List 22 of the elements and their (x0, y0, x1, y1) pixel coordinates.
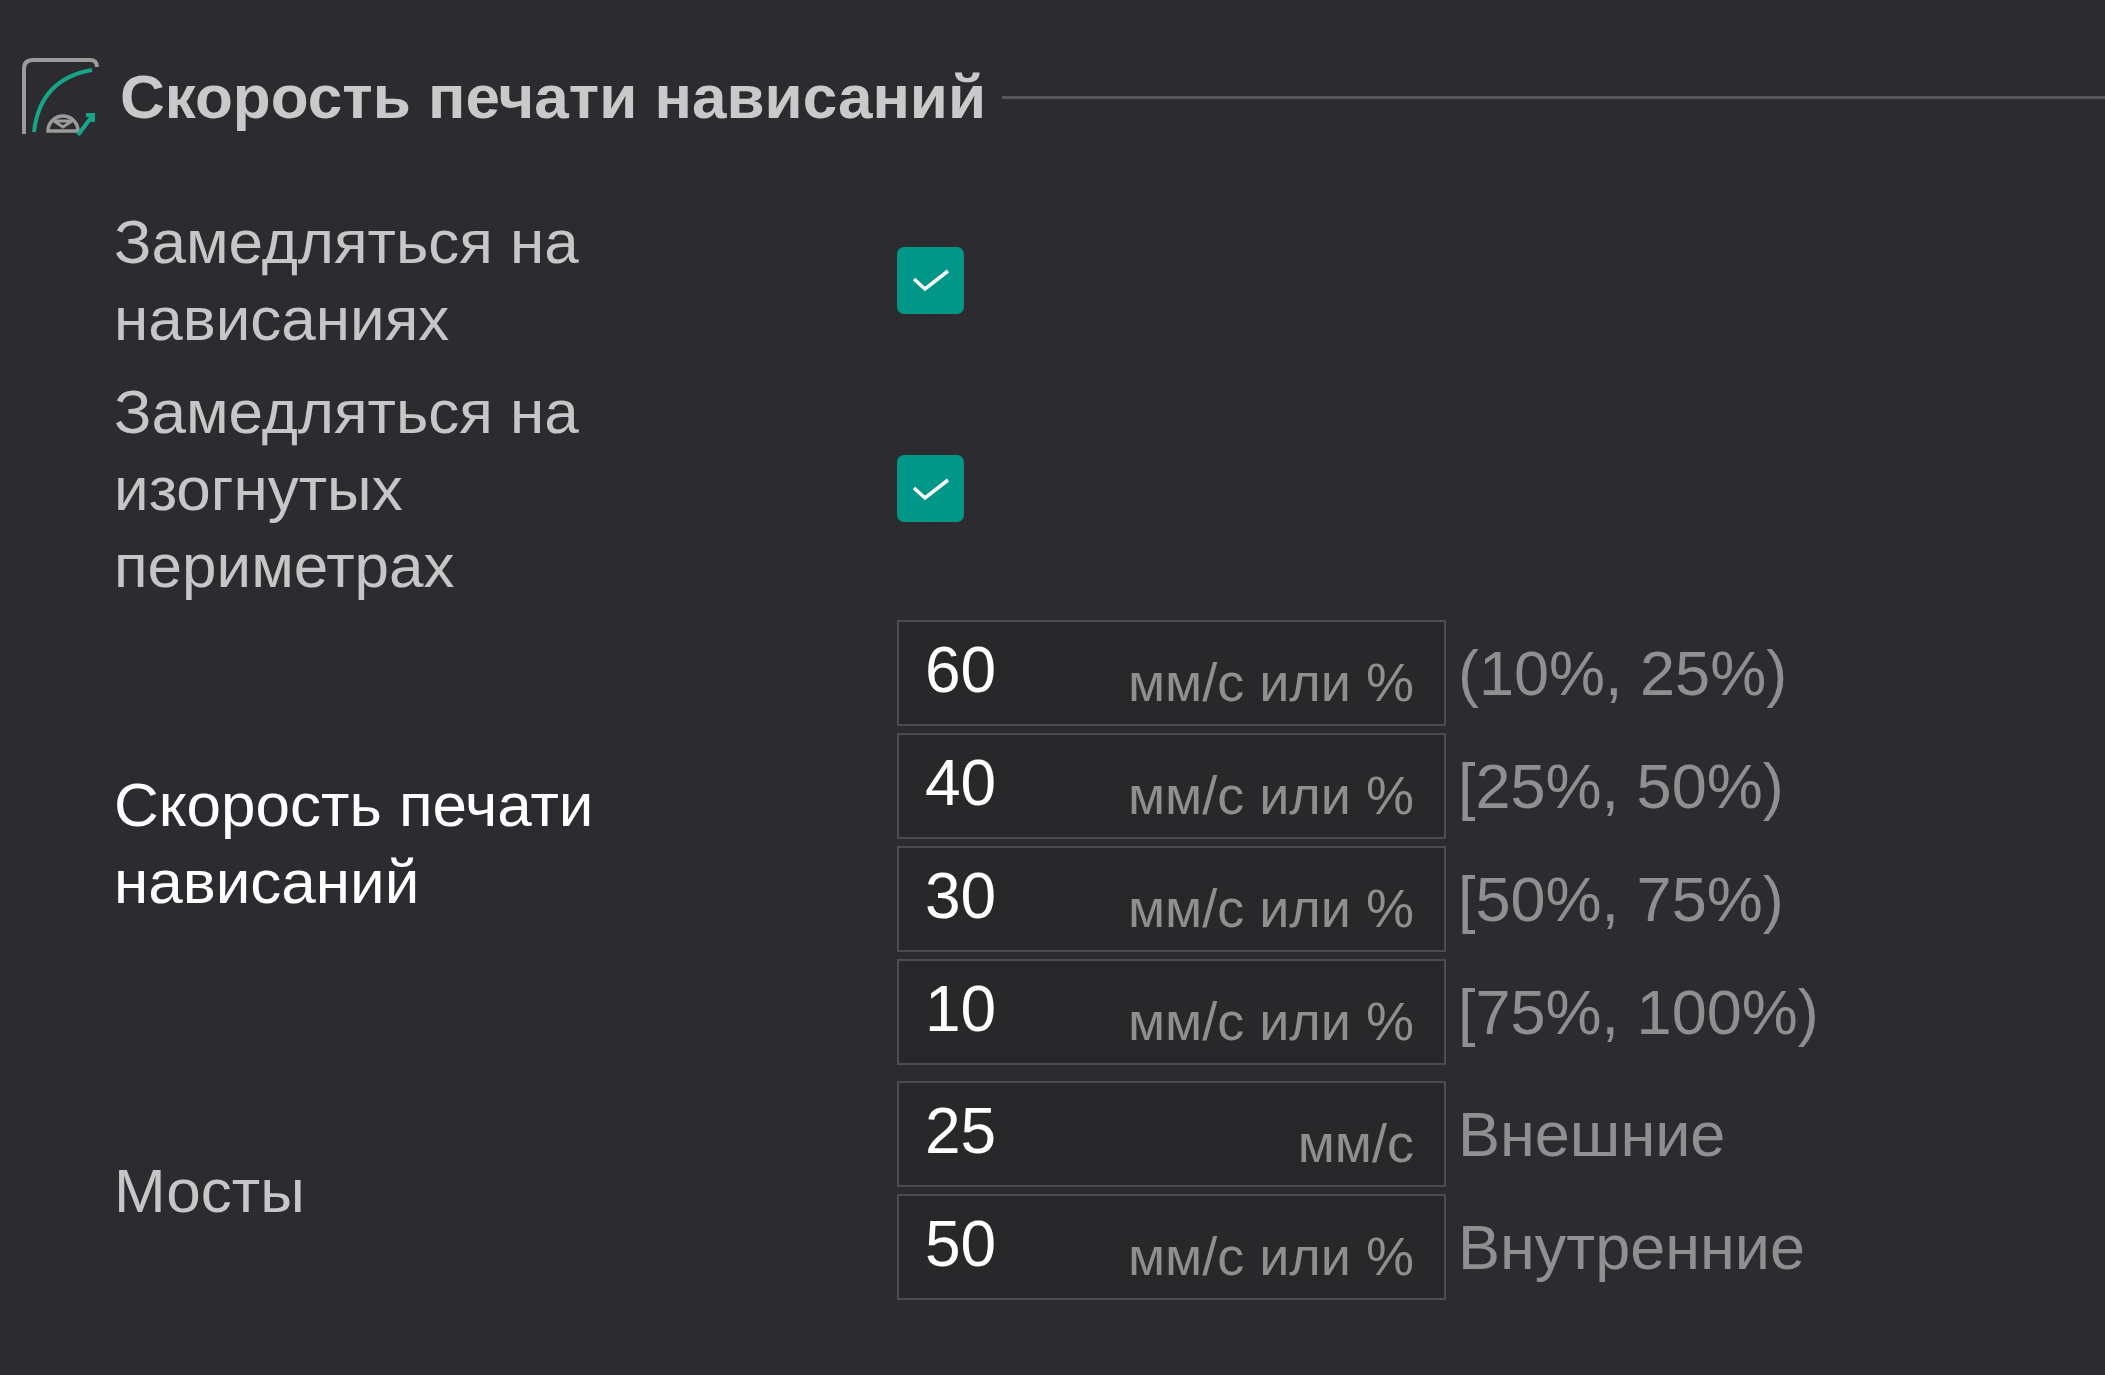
field-note: Внешние (1458, 1098, 1726, 1170)
section-title: Скорость печати нависаний (120, 61, 987, 133)
field-note: Внутренние (1458, 1211, 1806, 1283)
checkbox[interactable] (897, 246, 964, 314)
speed-input[interactable]: 30 мм/с или % (897, 846, 1446, 952)
field-note: (10%, 25%) (1458, 637, 1788, 709)
check-icon (911, 268, 950, 292)
field-note: [75%, 100%) (1458, 976, 1819, 1048)
setting-label: Скорость печати нависаний (114, 768, 595, 918)
setting-label: Замедляться на изогнутых периметрах (114, 376, 580, 602)
setting-label: Замедляться на нависаниях (114, 206, 580, 355)
field-note: [25%, 50%) (1458, 750, 1784, 822)
speed-input[interactable]: 40 мм/с или % (897, 733, 1446, 839)
checkbox[interactable] (897, 455, 964, 522)
speed-input[interactable]: 10 мм/с или % (897, 959, 1446, 1065)
arc-frame-icon (20, 57, 100, 137)
speed-input[interactable]: 50 мм/с или % (897, 1194, 1446, 1300)
speed-input[interactable]: 60 мм/с или % (897, 620, 1446, 726)
check-icon (911, 476, 950, 501)
field-note: [50%, 75%) (1458, 863, 1784, 935)
setting-label: Мосты (114, 1155, 305, 1227)
speed-input[interactable]: 25 мм/с (897, 1081, 1446, 1187)
